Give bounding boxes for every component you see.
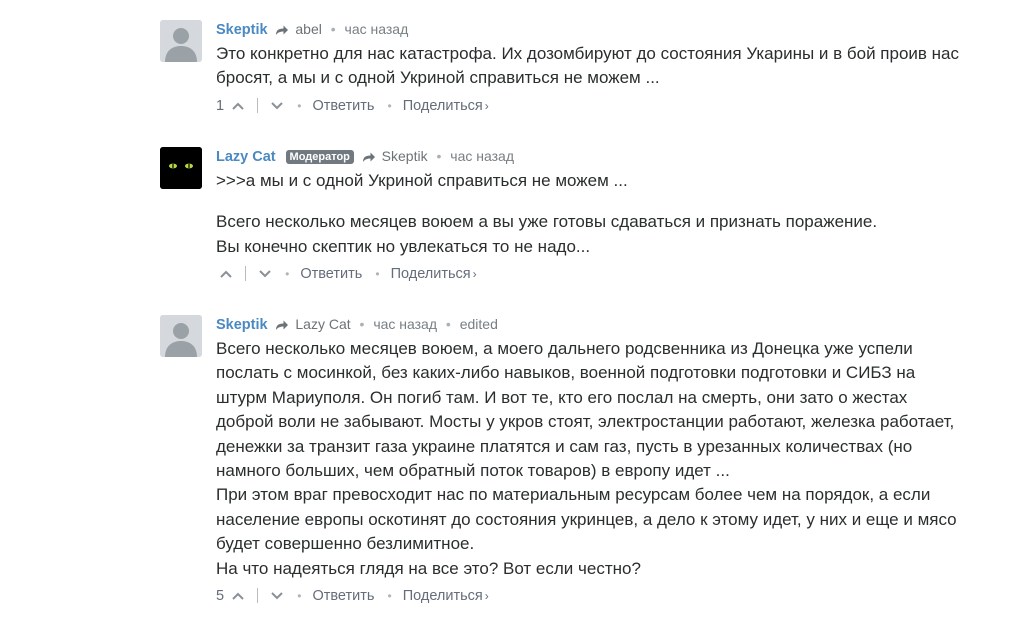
share-button[interactable]: Поделиться: [403, 98, 483, 114]
cat-eyes-avatar: [160, 147, 202, 189]
separator-dot: •: [375, 267, 380, 282]
reply-arrow-icon: [362, 149, 376, 167]
comment-body: Skeptik abel • час назад Это конкретно д…: [216, 20, 1006, 117]
parent-author[interactable]: Lazy Cat: [295, 316, 350, 332]
comment-footer: 1 • Ответить • Поделиться ›: [216, 95, 1006, 117]
comment-paragraph: На что надеяться глядя на все это? Вот е…: [216, 558, 641, 578]
separator-dot: •: [297, 589, 302, 604]
reply-button[interactable]: Ответить: [312, 98, 374, 114]
reply-arrow-icon: [275, 317, 289, 335]
default-avatar-icon: [160, 315, 202, 357]
comment-text: >>>а мы и с одной Укриной справиться не …: [216, 169, 1006, 259]
author-name[interactable]: Lazy Cat: [216, 149, 276, 165]
reply-button[interactable]: Ответить: [312, 588, 374, 604]
upvote-count: 5: [216, 588, 225, 605]
separator-dot: •: [387, 589, 392, 604]
comment-text: Всего несколько месяцев воюем, а моего д…: [216, 337, 968, 581]
reply-button[interactable]: Ответить: [300, 266, 362, 282]
author-name[interactable]: Skeptik: [216, 317, 268, 333]
comment-header: Skeptik Lazy Cat • час назад • edited: [216, 315, 1006, 333]
share-button[interactable]: Поделиться: [403, 588, 483, 604]
comment-header: Lazy Cat Модератор Skeptik • час назад: [216, 147, 1006, 165]
separator-dot: •: [359, 316, 365, 332]
moderator-badge: Модератор: [285, 150, 354, 164]
timestamp[interactable]: час назад: [450, 148, 514, 164]
chevron-right-icon: ›: [484, 98, 489, 113]
comment-footer: • Ответить • Поделиться ›: [216, 263, 1006, 285]
comment-paragraph: >>>а мы и с одной Укриной справиться не …: [216, 171, 628, 190]
downvote-chevron-icon[interactable]: [258, 264, 272, 286]
comment-paragraph: Это конкретно для нас катастрофа. Их доз…: [216, 44, 960, 88]
avatar[interactable]: [160, 315, 202, 357]
vote-divider: [257, 97, 259, 113]
vote-divider: [245, 266, 247, 282]
avatar[interactable]: [160, 147, 202, 189]
chevron-right-icon: ›: [484, 589, 489, 604]
comment-body: Lazy Cat Модератор Skeptik • час назад >…: [216, 147, 1006, 285]
chevron-right-icon: ›: [472, 267, 477, 282]
vote-divider: [257, 588, 259, 604]
separator-dot: •: [297, 98, 302, 113]
comment-header: Skeptik abel • час назад: [216, 20, 1006, 38]
comment-paragraph: Вы конечно скептик но увлекаться то не н…: [216, 236, 591, 256]
comment-footer: 5 • Ответить • Поделиться ›: [216, 585, 1006, 607]
author-name[interactable]: Skeptik: [216, 22, 268, 38]
upvote-chevron-icon[interactable]: [219, 264, 233, 286]
downvote-chevron-icon[interactable]: [270, 96, 284, 118]
comment-paragraph: Всего несколько месяцев воюем а вы уже г…: [216, 212, 878, 232]
default-avatar-icon: [160, 20, 202, 62]
edited-label: edited: [459, 316, 498, 332]
parent-author[interactable]: abel: [295, 21, 321, 37]
separator-dot: •: [436, 148, 442, 164]
comment-paragraph: При этом враг превосходит нас по материа…: [216, 485, 957, 554]
separator-dot: •: [285, 267, 290, 282]
timestamp[interactable]: час назад: [345, 21, 409, 37]
upvote-chevron-icon[interactable]: [231, 586, 245, 608]
separator-dot: •: [387, 98, 392, 113]
timestamp[interactable]: час назад: [373, 316, 437, 332]
downvote-chevron-icon[interactable]: [270, 586, 284, 608]
separator-dot: •: [330, 21, 336, 37]
upvote-chevron-icon[interactable]: [231, 96, 245, 118]
comment-text: Это конкретно для нас катастрофа. Их доз…: [216, 42, 986, 91]
comment-paragraph: Всего несколько месяцев воюем, а моего д…: [216, 339, 955, 481]
parent-author[interactable]: Skeptik: [382, 148, 428, 164]
avatar[interactable]: [160, 20, 202, 62]
upvote-count: 1: [216, 97, 225, 114]
reply-arrow-icon: [275, 22, 289, 40]
comment-body: Skeptik Lazy Cat • час назад • edited Вс…: [216, 315, 1006, 607]
separator-dot: •: [445, 316, 451, 332]
share-button[interactable]: Поделиться: [391, 266, 471, 282]
